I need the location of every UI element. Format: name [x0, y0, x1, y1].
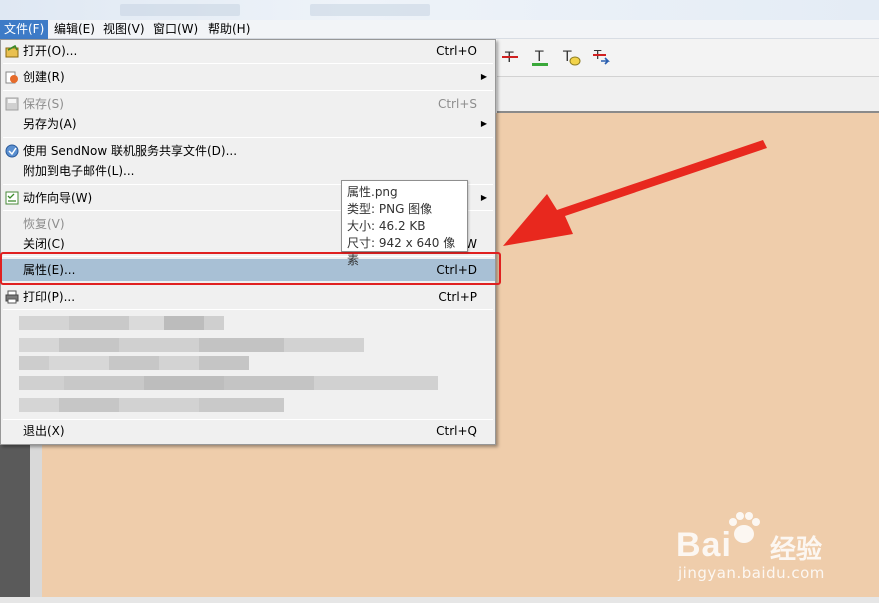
tab-strip	[497, 77, 879, 113]
replace-text-icon[interactable]: T	[592, 47, 612, 67]
watermark-suffix: 经验	[770, 535, 823, 565]
text-comment-icon[interactable]: T	[561, 47, 581, 67]
window-title-bar	[0, 0, 879, 20]
annotation-arrow	[503, 140, 767, 246]
menu-item-label: 保存(S)	[23, 97, 64, 111]
printer-icon	[5, 290, 19, 304]
menubar: 文件(F) 编辑(E) 视图(V) 窗口(W) 帮助(H)	[0, 20, 879, 39]
recent-file-blurred[interactable]	[19, 356, 249, 370]
menu-item-save[interactable]: 保存(S) Ctrl+S	[1, 93, 495, 115]
open-folder-icon	[5, 44, 19, 58]
menu-item-attach-email[interactable]: 附加到电子邮件(L)...	[1, 160, 495, 182]
recent-file-blurred[interactable]	[19, 398, 284, 412]
create-icon	[5, 71, 18, 84]
menu-item-shortcut: Ctrl+P	[438, 290, 477, 304]
svg-text:T: T	[534, 49, 544, 65]
menu-item-label: 另存为(A)	[23, 117, 77, 131]
menu-item-save-as[interactable]: 另存为(A) ▶	[1, 113, 495, 135]
save-icon	[5, 97, 19, 111]
action-wizard-icon	[5, 191, 19, 205]
tooltip-filename: 属性.png	[347, 185, 398, 199]
separator	[3, 137, 493, 138]
menu-edit[interactable]: 编辑(E)	[50, 20, 99, 39]
separator	[3, 309, 493, 310]
file-info-tooltip: 属性.png 类型: PNG 图像 大小: 46.2 KB 尺寸: 942 x …	[341, 180, 468, 267]
tooltip-dimensions: 尺寸: 942 x 640 像素	[347, 236, 456, 267]
menu-item-create[interactable]: 创建(R) ▶	[1, 66, 495, 88]
menu-help[interactable]: 帮助(H)	[204, 20, 254, 39]
menu-file[interactable]: 文件(F)	[0, 20, 49, 39]
separator	[3, 90, 493, 91]
tooltip-size: 大小: 46.2 KB	[347, 219, 426, 233]
blurred-title	[120, 4, 240, 16]
menu-item-label: 附加到电子邮件(L)...	[23, 164, 135, 178]
menu-item-exit[interactable]: 退出(X) Ctrl+Q	[1, 420, 495, 442]
menu-item-label: 打印(P)...	[23, 290, 76, 304]
tooltip-type: 类型: PNG 图像	[347, 202, 433, 216]
blurred-title-2	[310, 4, 430, 16]
sendnow-icon	[5, 144, 19, 158]
separator	[3, 63, 493, 64]
menu-item-sendnow[interactable]: 使用 SendNow 联机服务共享文件(D)...	[1, 140, 495, 162]
recent-file-blurred[interactable]	[19, 316, 224, 330]
recent-file-blurred[interactable]	[19, 338, 364, 352]
submenu-arrow-icon: ▶	[480, 72, 487, 81]
menu-item-label: 恢复(V)	[23, 217, 65, 231]
watermark-url: jingyan.baidu.com	[678, 564, 825, 582]
recent-file-blurred[interactable]	[19, 376, 438, 390]
menu-view[interactable]: 视图(V)	[99, 20, 149, 39]
submenu-arrow-icon: ▶	[480, 119, 487, 128]
menu-item-label: 退出(X)	[23, 424, 65, 438]
submenu-arrow-icon: ▶	[480, 193, 487, 202]
menu-item-label: 打开(O)...	[23, 44, 78, 58]
baidu-watermark: Bai 经验 jingyan.baidu.com	[676, 512, 846, 592]
menu-item-label: 创建(R)	[23, 70, 65, 84]
menu-item-shortcut: Ctrl+O	[436, 44, 477, 58]
menu-item-print[interactable]: 打印(P)... Ctrl+P	[1, 286, 495, 308]
paw-logo-icon	[729, 512, 760, 543]
menu-window[interactable]: 窗口(W)	[149, 20, 202, 39]
underline-text-icon[interactable]: T	[530, 47, 550, 67]
status-strip	[0, 597, 879, 603]
strikethrough-text-icon[interactable]: T	[500, 47, 520, 67]
menu-item-shortcut: Ctrl+S	[437, 97, 477, 111]
menu-item-label: 使用 SendNow 联机服务共享文件(D)...	[23, 144, 238, 158]
menu-item-shortcut: Ctrl+Q	[436, 424, 477, 438]
toolbar: T T T T	[497, 39, 879, 77]
menu-item-open[interactable]: 打开(O)... Ctrl+O	[1, 40, 495, 62]
menu-item-label: 动作向导(W)	[23, 191, 93, 205]
